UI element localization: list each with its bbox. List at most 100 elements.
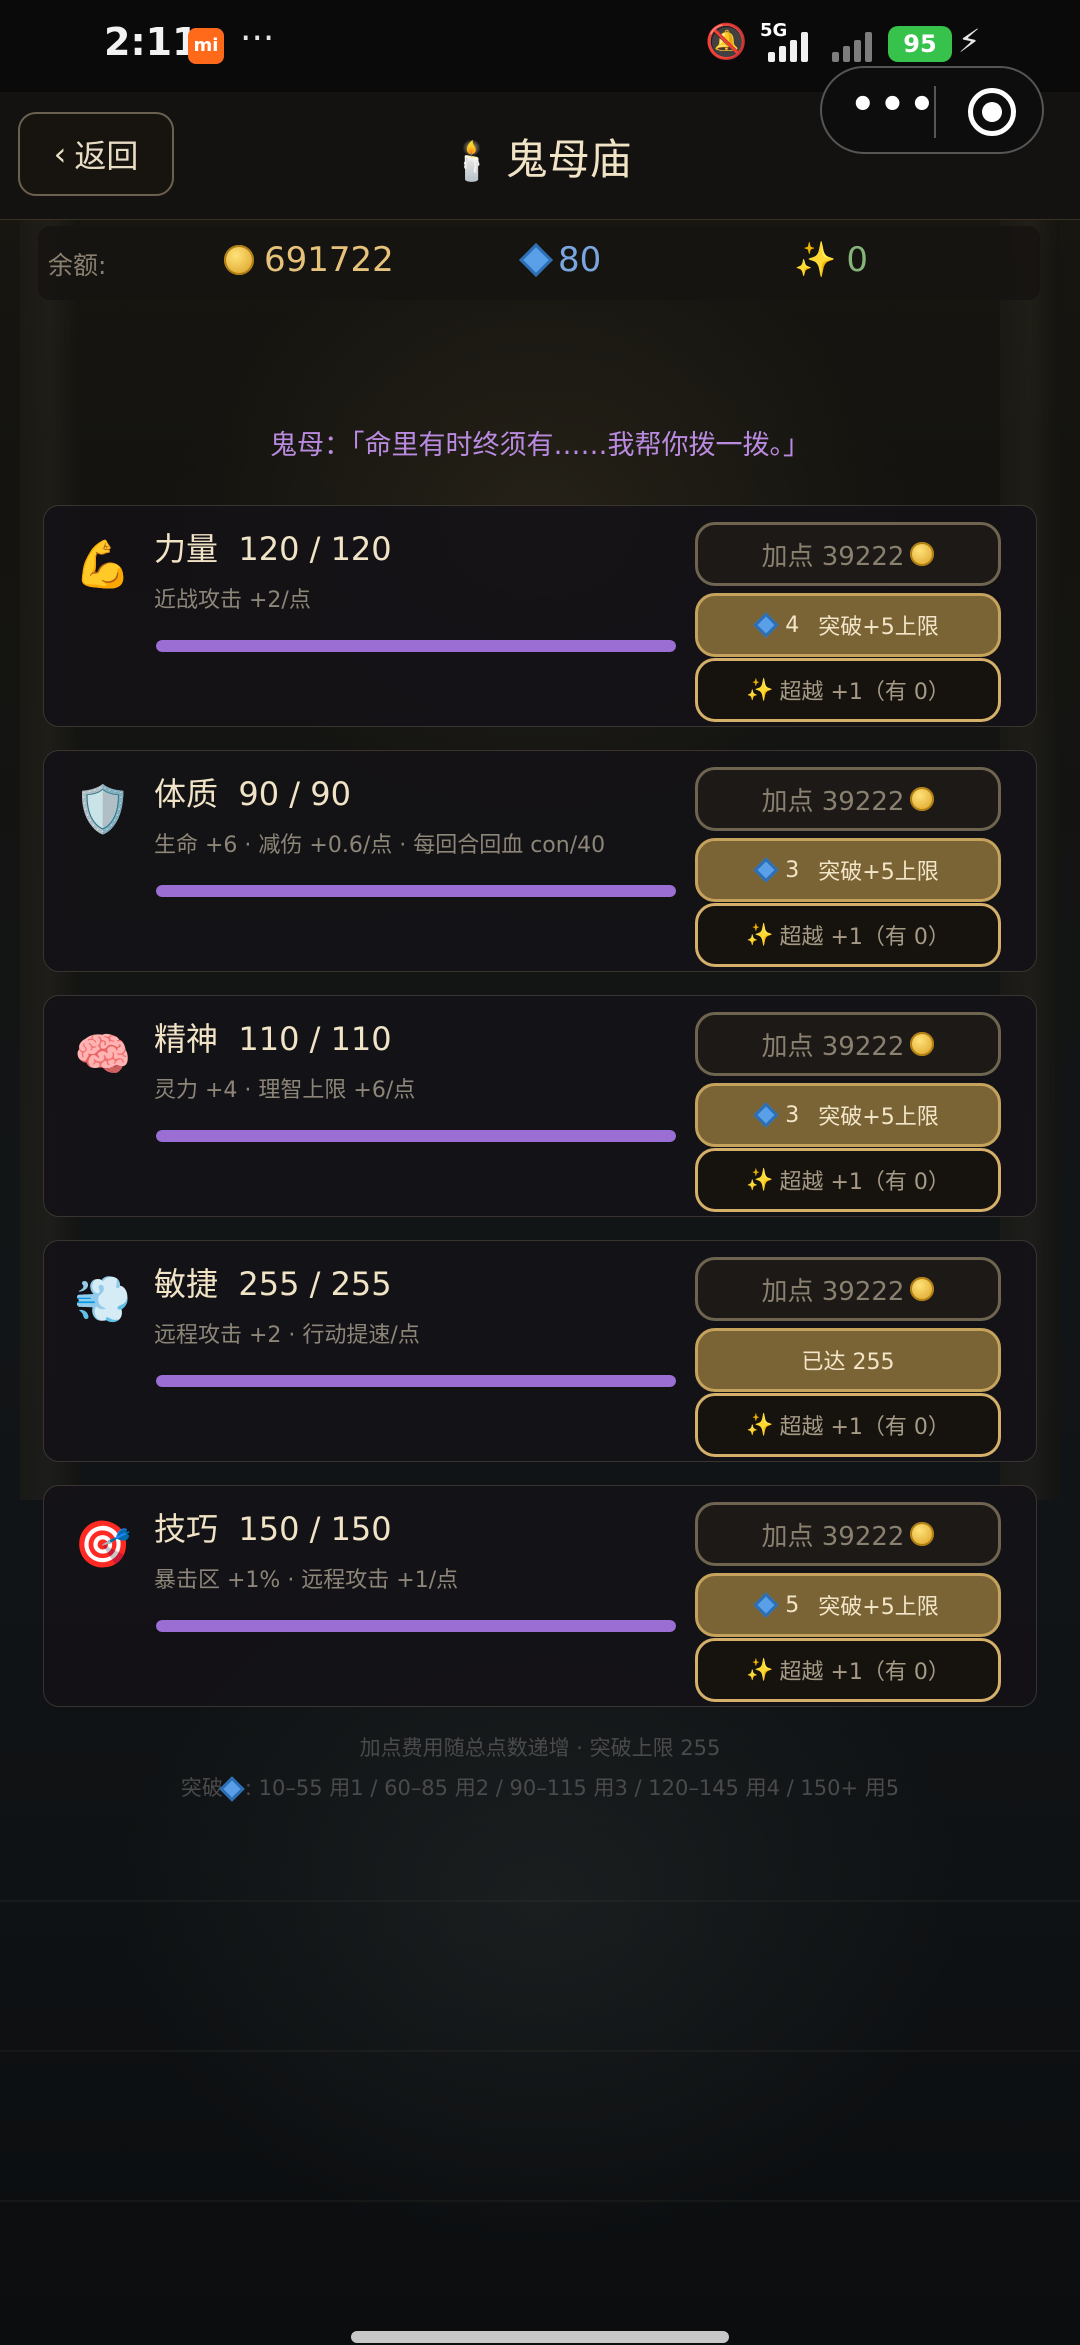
transcend-button[interactable]: ✨ 超越 +1（有 0） <box>695 1638 1001 1702</box>
add-point-label: 加点 39222 <box>761 1031 905 1062</box>
stat-progress-bar <box>156 885 676 897</box>
break-label: 突破+5上限 <box>818 1595 939 1620</box>
transcend-label: 超越 +1（有 0） <box>779 1660 950 1685</box>
target-icon: 🎯 <box>74 1517 132 1571</box>
balance-bar: 余额: 691722 80 ✨ 0 <box>38 226 1040 300</box>
close-miniprogram-icon[interactable] <box>968 88 1016 136</box>
mute-icon: 🔕 <box>705 22 748 62</box>
stat-description: 生命 +6 · 减伤 +0.6/点 · 每回合回血 con/40 <box>154 833 606 858</box>
add-point-label: 加点 39222 <box>761 541 905 572</box>
stat-progress-fill <box>156 1375 676 1387</box>
stat-card: 🎯 技巧 150 / 150 暴击区 +1% · 远程攻击 +1/点 加点 39… <box>43 1485 1037 1707</box>
stat-progress-fill <box>156 640 676 652</box>
stat-description: 灵力 +4 · 理智上限 +6/点 <box>154 1078 416 1103</box>
gem-icon <box>753 612 780 638</box>
miniprogram-capsule: ••• <box>820 66 1044 154</box>
signal-icon <box>768 28 808 62</box>
more-notifications-icon: ··· <box>240 18 275 59</box>
transcend-label: 超越 +1（有 0） <box>779 680 950 705</box>
break-limit-button[interactable]: 3 突破+5上限 <box>695 838 1001 902</box>
stat-name: 体质 90 / 90 <box>154 775 351 813</box>
signal-icon-secondary <box>832 28 872 62</box>
coin-icon <box>910 542 935 566</box>
stat-name: 精神 110 / 110 <box>154 1020 392 1058</box>
gem-icon <box>753 857 780 883</box>
break-label: 突破+5上限 <box>818 615 939 640</box>
coin-amount: 691722 <box>264 240 394 280</box>
stat-progress-bar <box>156 1130 676 1142</box>
add-point-button[interactable]: 加点 39222 <box>695 522 1001 586</box>
stat-description: 远程攻击 +2 · 行动提速/点 <box>154 1323 420 1348</box>
transcend-button[interactable]: ✨ 超越 +1（有 0） <box>695 658 1001 722</box>
break-limit-button[interactable]: 5 突破+5上限 <box>695 1573 1001 1637</box>
add-point-button[interactable]: 加点 39222 <box>695 767 1001 831</box>
stat-description: 暴击区 +1% · 远程攻击 +1/点 <box>154 1568 459 1593</box>
break-limit-button[interactable]: 4 突破+5上限 <box>695 593 1001 657</box>
coin-icon <box>910 1032 935 1056</box>
stat-name: 力量 120 / 120 <box>154 530 392 568</box>
sparkle-icon: ✨ <box>794 240 837 280</box>
home-indicator[interactable] <box>351 2331 729 2343</box>
muscle-icon: 💪 <box>74 537 132 591</box>
break-cost: 4 <box>785 612 800 638</box>
stat-name: 技巧 150 / 150 <box>154 1510 392 1548</box>
add-point-label: 加点 39222 <box>761 1276 905 1307</box>
break-label: 突破+5上限 <box>818 1105 939 1130</box>
stat-progress-fill <box>156 1620 676 1632</box>
gem-icon <box>753 1592 780 1618</box>
sparkle-icon: ✨ <box>746 677 774 703</box>
break-label: 突破+5上限 <box>818 860 939 885</box>
transcend-label: 超越 +1（有 0） <box>779 1170 950 1195</box>
coin-icon <box>224 245 254 275</box>
charging-icon: ⚡ <box>958 22 981 60</box>
stat-progress-fill <box>156 885 676 897</box>
stat-progress-fill <box>156 1130 676 1142</box>
transcend-button[interactable]: ✨ 超越 +1（有 0） <box>695 1148 1001 1212</box>
gem-amount: 80 <box>558 240 602 280</box>
sparkle-amount: 0 <box>846 240 868 280</box>
footer-break-detail: 10–55 用1 / 60–85 用2 / 90–115 用3 / 120–14… <box>258 1776 900 1800</box>
gem-icon <box>519 243 553 277</box>
mi-app-icon: mi <box>188 28 224 64</box>
stat-card: 💨 敏捷 255 / 255 远程攻击 +2 · 行动提速/点 加点 39222… <box>43 1240 1037 1462</box>
transcend-button[interactable]: ✨ 超越 +1（有 0） <box>695 1393 1001 1457</box>
stat-progress-bar <box>156 1375 676 1387</box>
candle-icon: 🕯️ <box>448 139 496 183</box>
break-limit-button[interactable]: 已达 255 <box>695 1328 1001 1392</box>
page-title-text: 鬼母庙 <box>505 135 632 184</box>
sparkle-icon: ✨ <box>746 1412 774 1438</box>
gem-balance: 80 <box>519 240 602 280</box>
coin-icon <box>910 1277 935 1301</box>
transcend-button[interactable]: ✨ 超越 +1（有 0） <box>695 903 1001 967</box>
footer-break-prefix: 突破 <box>180 1776 223 1800</box>
add-point-button[interactable]: 加点 39222 <box>695 1502 1001 1566</box>
add-point-button[interactable]: 加点 39222 <box>695 1012 1001 1076</box>
shield-icon: 🛡️ <box>74 782 132 836</box>
npc-dialog: 鬼母：「命里有时终须有……我帮你拨一拨。」 <box>270 430 810 461</box>
capsule-divider <box>934 86 936 138</box>
break-cost: 3 <box>785 857 800 883</box>
floor-line <box>0 1900 1080 1902</box>
clock: 2:11 <box>104 20 199 64</box>
coin-icon <box>910 787 935 811</box>
sparkle-balance: ✨ 0 <box>794 240 868 280</box>
floor-line <box>0 2200 1080 2202</box>
sparkle-icon: ✨ <box>746 922 774 948</box>
battery-level: 95 <box>888 26 952 62</box>
stat-description: 近战攻击 +2/点 <box>154 588 311 613</box>
break-limit-button[interactable]: 3 突破+5上限 <box>695 1083 1001 1147</box>
stat-progress-bar <box>156 640 676 652</box>
break-cost: 3 <box>785 1102 800 1128</box>
add-point-label: 加点 39222 <box>761 1521 905 1552</box>
transcend-label: 超越 +1（有 0） <box>779 925 950 950</box>
more-menu-icon[interactable]: ••• <box>850 82 939 128</box>
wind-icon: 💨 <box>74 1272 132 1326</box>
add-point-label: 加点 39222 <box>761 786 905 817</box>
break-cost: 5 <box>785 1592 800 1618</box>
coin-balance: 691722 <box>224 240 394 280</box>
stat-progress-bar <box>156 1620 676 1632</box>
stat-name: 敏捷 255 / 255 <box>154 1265 392 1303</box>
floor-line <box>0 2050 1080 2052</box>
transcend-label: 超越 +1（有 0） <box>779 1415 950 1440</box>
add-point-button[interactable]: 加点 39222 <box>695 1257 1001 1321</box>
